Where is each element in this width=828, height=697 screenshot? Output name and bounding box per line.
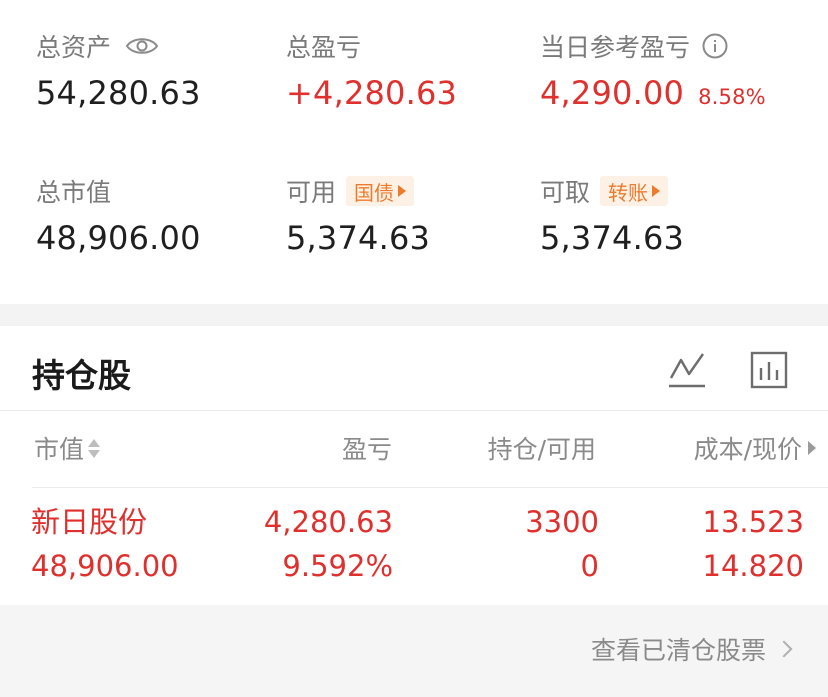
- sort-icon: [88, 438, 101, 458]
- available-value: 5,374.63: [286, 219, 431, 257]
- holdings-title: 持仓股: [32, 356, 131, 395]
- footer: 查看已清仓股票: [0, 605, 828, 697]
- treasury-bond-tag[interactable]: 国债: [346, 176, 415, 206]
- stock-market-value: 48,906.00: [31, 549, 179, 583]
- total-pnl-value: +4,280.63: [286, 74, 458, 112]
- daily-pnl: 当日参考盈亏 4,290.00 8.58%: [540, 28, 766, 112]
- stock-pnl-percent: 9.592%: [282, 549, 393, 583]
- stock-cost: 13.523: [702, 505, 804, 539]
- market-value: 总市值 48,906.00: [36, 173, 201, 257]
- withdrawable-label: 可取: [540, 178, 591, 207]
- transfer-tag[interactable]: 转账: [600, 176, 669, 206]
- stock-name: 新日股份: [31, 505, 148, 539]
- stock-available: 0: [580, 549, 599, 583]
- caret-right-icon: [808, 441, 816, 455]
- stock-pnl: 4,280.63: [263, 505, 393, 539]
- withdrawable-value: 5,374.63: [540, 219, 685, 257]
- withdrawable-funds: 可取 转账 5,374.63: [540, 173, 684, 257]
- column-header-cost-price[interactable]: 成本/现价: [694, 430, 816, 466]
- available-funds: 可用 国债 5,374.63: [286, 173, 430, 257]
- column-header-pnl: 盈亏: [341, 435, 392, 464]
- treasury-bond-tag-label: 国债: [354, 180, 395, 205]
- total-pnl-label: 总盈亏: [286, 33, 362, 62]
- transfer-tag-label: 转账: [608, 180, 649, 205]
- caret-right-icon: [398, 185, 407, 197]
- total-assets-value: 54,280.63: [36, 74, 201, 112]
- column-header-market-value[interactable]: 市值: [34, 430, 101, 466]
- daily-pnl-value: 4,290.00: [540, 74, 685, 112]
- account-summary: 总资产 54,280.63 总盈亏 +4,280.63 当日参考盈亏 4,290…: [0, 0, 828, 304]
- column-header-position: 持仓/可用: [487, 435, 596, 464]
- bar-chart-icon[interactable]: [749, 350, 789, 390]
- stock-position: 3300: [525, 505, 599, 539]
- divider: [0, 410, 828, 411]
- daily-pnl-percent: 8.58%: [698, 85, 766, 109]
- daily-pnl-label: 当日参考盈亏: [540, 33, 691, 62]
- info-icon[interactable]: [702, 33, 728, 59]
- divider: [32, 487, 828, 488]
- cleared-stocks-link[interactable]: 查看已清仓股票: [591, 631, 793, 667]
- market-value-value: 48,906.00: [36, 219, 201, 257]
- holding-row[interactable]: 新日股份 48,906.00 4,280.63 9.592% 3300 0 13…: [0, 500, 828, 604]
- caret-right-icon: [652, 185, 661, 197]
- market-value-label: 总市值: [36, 178, 112, 207]
- total-assets: 总资产 54,280.63: [36, 28, 201, 112]
- total-pnl: 总盈亏 +4,280.63: [286, 28, 457, 112]
- total-assets-label: 总资产: [36, 33, 112, 62]
- chevron-right-icon: [775, 640, 793, 658]
- available-label: 可用: [286, 178, 337, 207]
- section-divider: [0, 304, 828, 326]
- stock-price: 14.820: [702, 549, 804, 583]
- eye-icon[interactable]: [125, 35, 159, 57]
- line-chart-icon[interactable]: [667, 350, 707, 390]
